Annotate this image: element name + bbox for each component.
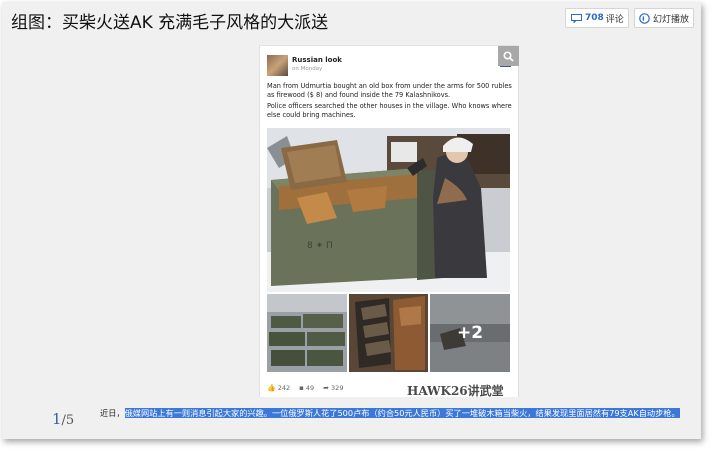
current-slide: 1 <box>52 410 62 428</box>
more-photos-thumbnail[interactable]: +2 <box>430 294 510 372</box>
like-icon: 👍 <box>267 384 276 392</box>
post-page-name: Russian look <box>292 56 342 64</box>
comments-label: 评论 <box>605 14 624 25</box>
post-paragraph: Man from Udmurtia bought an old box from… <box>267 82 512 99</box>
more-photos-count: +2 <box>456 323 484 343</box>
comment-icon: ▪ <box>299 384 304 392</box>
comments-count: 708 <box>585 13 604 23</box>
search-icon <box>503 50 514 62</box>
comments-button[interactable]: 708 评论 <box>565 8 629 28</box>
slide-image[interactable]: Russian look on Monday f Man from Udmurt… <box>259 45 519 399</box>
caption-bar: 1/5 近日，俄媒网站上有一则消息引起大家的兴趣。一位俄罗斯人花了500卢布（约… <box>2 397 701 439</box>
comment-count: ▪ 49 <box>299 384 315 392</box>
comment-icon <box>571 13 582 23</box>
play-icon <box>639 12 650 24</box>
caption-selected-text: 俄媒网站上有一则消息引起大家的兴趣。一位俄罗斯人花了500卢布（约合50元人民币… <box>124 408 680 418</box>
zoom-button[interactable] <box>498 46 519 66</box>
slide-caption: 近日，俄媒网站上有一则消息引起大家的兴趣。一位俄罗斯人花了500卢布（约合50元… <box>100 407 698 420</box>
gallery-title: 组图：买柴火送AK 充满毛子风格的大派送 <box>11 13 329 33</box>
thumbnail-photo[interactable] <box>349 294 428 372</box>
main-photo: 8 ✶ П <box>267 128 510 292</box>
slideshow-button[interactable]: 幻灯播放 <box>634 8 694 28</box>
like-count: 👍 242 <box>267 384 291 392</box>
gallery-frame: 组图：买柴火送AK 充满毛子风格的大派送 708 评论 幻灯播放 Russian… <box>2 2 701 439</box>
share-count: ➦ 329 <box>323 384 344 392</box>
svg-text:8 ✶ П: 8 ✶ П <box>307 241 333 251</box>
post-stats: 👍 242 ▪ 49 ➦ 329 <box>267 384 343 392</box>
post-paragraph: Police officers searched the other house… <box>267 102 512 119</box>
share-icon: ➦ <box>323 384 330 392</box>
slide-counter: 1/5 <box>52 409 74 428</box>
post-text: Man from Udmurtia bought an old box from… <box>267 82 513 122</box>
page-avatar <box>267 55 288 76</box>
caption-lead: 近日， <box>100 408 125 418</box>
total-slides: /5 <box>61 413 75 428</box>
slideshow-label: 幻灯播放 <box>653 14 690 25</box>
thumbnail-photo[interactable] <box>267 294 347 372</box>
post-time: on Monday <box>292 66 323 72</box>
